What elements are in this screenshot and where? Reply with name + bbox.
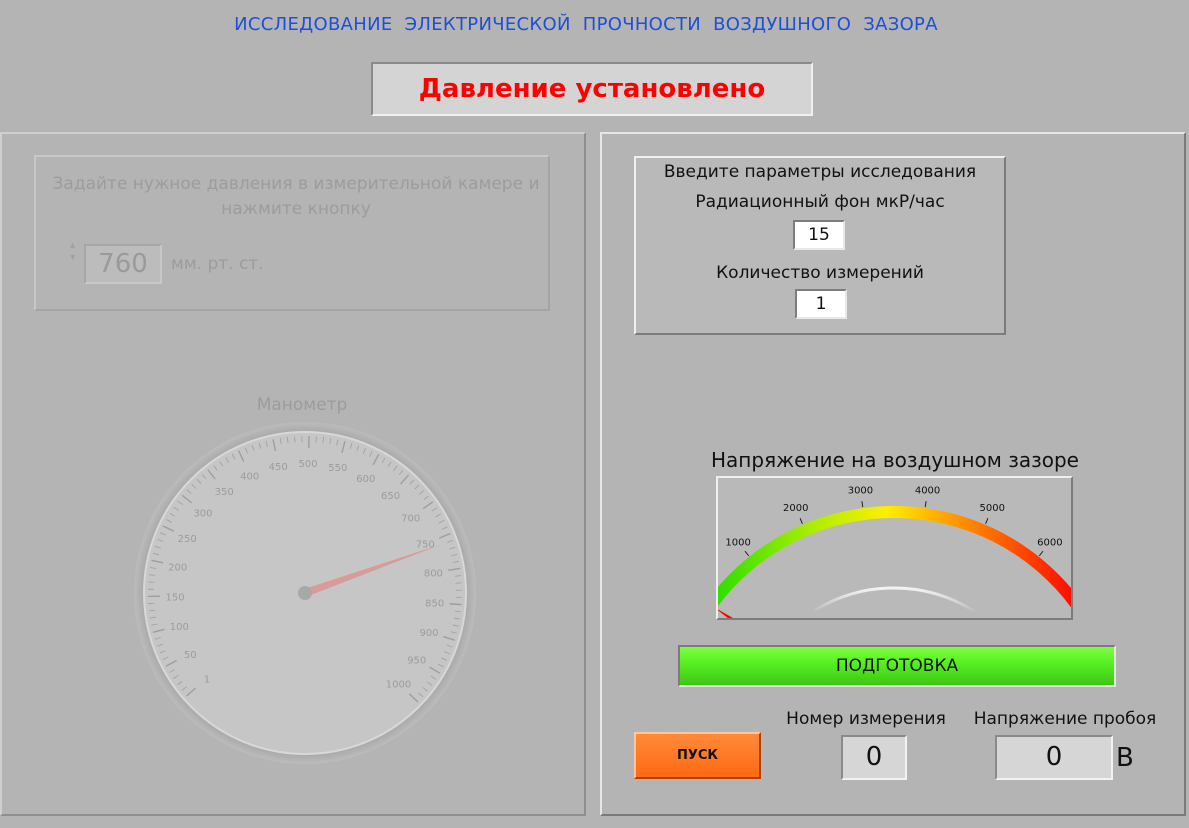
manometer-tick-label: 1000 [386, 679, 411, 690]
manometer-tick-label: 350 [215, 487, 234, 498]
pressure-instruction: Задайте нужное давления в измерительной … [52, 174, 540, 219]
stage-indicator: ПОДГОТОВКА [678, 645, 1116, 687]
breakdown-voltage-label: Напряжение пробоя [973, 709, 1157, 729]
manometer-tick-label: 400 [240, 471, 259, 482]
manometer-tick-label: 750 [416, 540, 435, 551]
voltage-gauge-hub [813, 586, 975, 613]
measurement-count-label: Количество измерений [716, 263, 924, 283]
voltage-tick-label: 2000 [783, 503, 808, 514]
voltage-tick [799, 518, 803, 524]
voltage-color-band [718, 506, 1071, 608]
manometer-tick-label: 450 [269, 462, 288, 473]
breakdown-voltage-readout: 0 [995, 735, 1113, 780]
start-button[interactable]: ПУСК [634, 732, 761, 779]
radiation-label: Радиационный фон мкР/час [695, 192, 945, 212]
voltage-tick-label: 3000 [848, 485, 873, 496]
manometer-tick-label: 250 [178, 534, 197, 545]
manometer-tick-label: 550 [328, 463, 347, 474]
breakdown-voltage-unit: В [1116, 743, 1134, 773]
voltage-tick-label: 1000 [725, 538, 750, 549]
manometer-label: Манометр [256, 395, 348, 415]
voltage-tick-label: 4000 [915, 485, 940, 496]
manometer-gauge: 150100150200250300350400450 500 5506006507… [134, 422, 476, 764]
voltage-tick [985, 518, 989, 524]
manometer-tick-label: 150 [165, 592, 184, 603]
voltage-gauge: 01000200030004000500060007000 [718, 485, 1071, 618]
pressure-stepper[interactable]: ▴ ▾ [70, 240, 82, 280]
voltage-tick-label: 5000 [980, 503, 1005, 514]
voltage-tick-label: 6000 [1037, 538, 1062, 549]
manometer-tick-label: 800 [424, 569, 443, 580]
manometer-tick-label: 300 [193, 508, 212, 519]
increment-icon[interactable]: ▴ [70, 240, 82, 252]
pressure-unit: мм. рт. ст. [171, 254, 264, 274]
pressure-input[interactable]: 760 [84, 244, 162, 284]
manometer-tick-label: 100 [170, 622, 189, 633]
voltage-tick [1038, 550, 1044, 557]
manometer-tick-label: 700 [401, 513, 420, 524]
params-title: Введите параметры исследования [663, 162, 977, 182]
manometer-tick-label: 600 [356, 474, 375, 485]
manometer-tick-label: 850 [425, 599, 444, 610]
manometer-tick-label: 950 [407, 655, 426, 666]
manometer-tick-label: 200 [168, 562, 187, 573]
decrement-icon[interactable]: ▾ [70, 252, 82, 264]
voltage-needle [718, 609, 734, 618]
manometer-tick-label: 500 [299, 459, 318, 470]
manometer-tick-label: 1 [204, 674, 210, 685]
manometer-tick-label: 650 [381, 491, 400, 502]
voltage-tick [861, 501, 864, 508]
manometer-tick [449, 603, 462, 606]
voltage-tick [744, 550, 750, 557]
app-title: ИССЛЕДОВАНИЕ ЭЛЕКТРИЧЕСКОЙ ПРОЧНОСТИ ВОЗ… [234, 14, 938, 35]
measurement-number-label: Номер измерения [786, 709, 946, 729]
measurement-count-input[interactable]: 1 [795, 289, 847, 319]
status-indicator: Давление установлено [371, 62, 813, 116]
manometer-tick-label: 900 [419, 628, 438, 639]
manometer-needle-hub [298, 586, 312, 600]
voltage-tick [924, 501, 927, 508]
voltage-gauge-label: Напряжение на воздушном зазоре [711, 448, 1079, 472]
measurement-number-readout: 0 [841, 735, 907, 780]
manometer-tick-label: 50 [184, 650, 197, 661]
radiation-input[interactable]: 15 [793, 220, 845, 250]
